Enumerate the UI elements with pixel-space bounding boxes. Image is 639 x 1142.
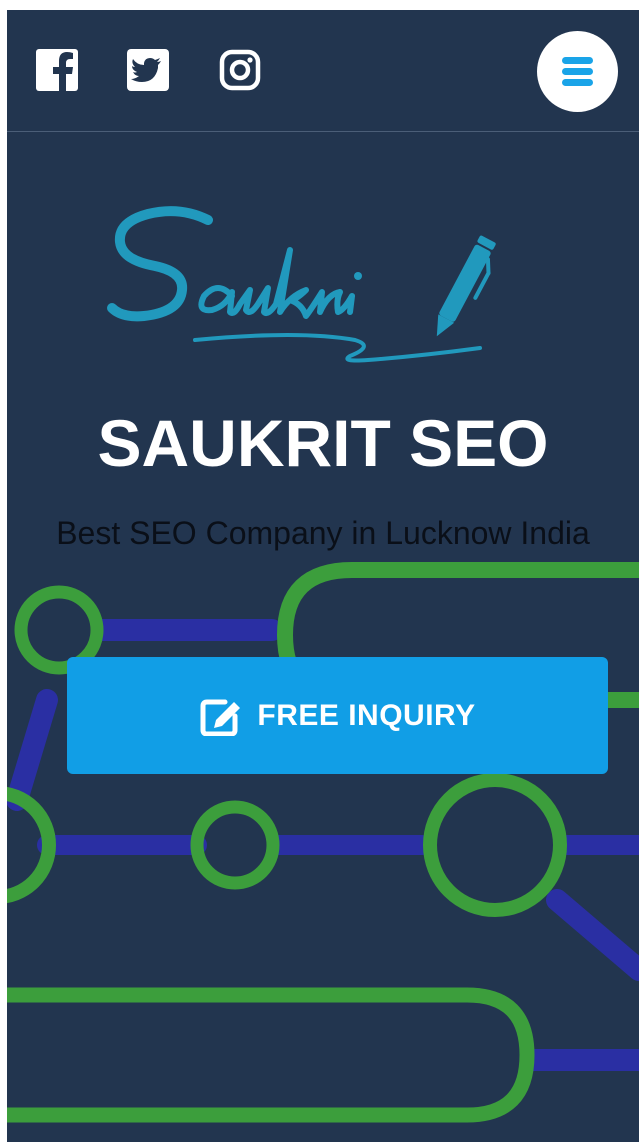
circuit-line: [546, 889, 639, 981]
page-title: SAUKRIT SEO: [97, 406, 549, 480]
free-inquiry-label: FREE INQUIRY: [257, 698, 476, 732]
circuit-node: [190, 800, 280, 890]
saukrit-logo[interactable]: [100, 200, 532, 380]
circuit-trace: [7, 987, 535, 1123]
twitter-icon[interactable]: [127, 49, 169, 91]
instagram-icon[interactable]: [219, 49, 261, 91]
facebook-icon[interactable]: [36, 49, 78, 91]
edit-icon: [199, 696, 241, 736]
hamburger-menu-button[interactable]: [537, 31, 618, 112]
free-inquiry-button[interactable]: FREE INQUIRY: [67, 657, 608, 774]
page-subtitle: Best SEO Company in Lucknow India: [56, 515, 590, 551]
circuit-line: [7, 689, 58, 811]
header: [7, 10, 639, 132]
page: SAUKRIT SEO Best SEO Company in Lucknow …: [7, 10, 639, 1142]
circuit-node: [423, 773, 567, 917]
circuit-background: [7, 562, 639, 1123]
